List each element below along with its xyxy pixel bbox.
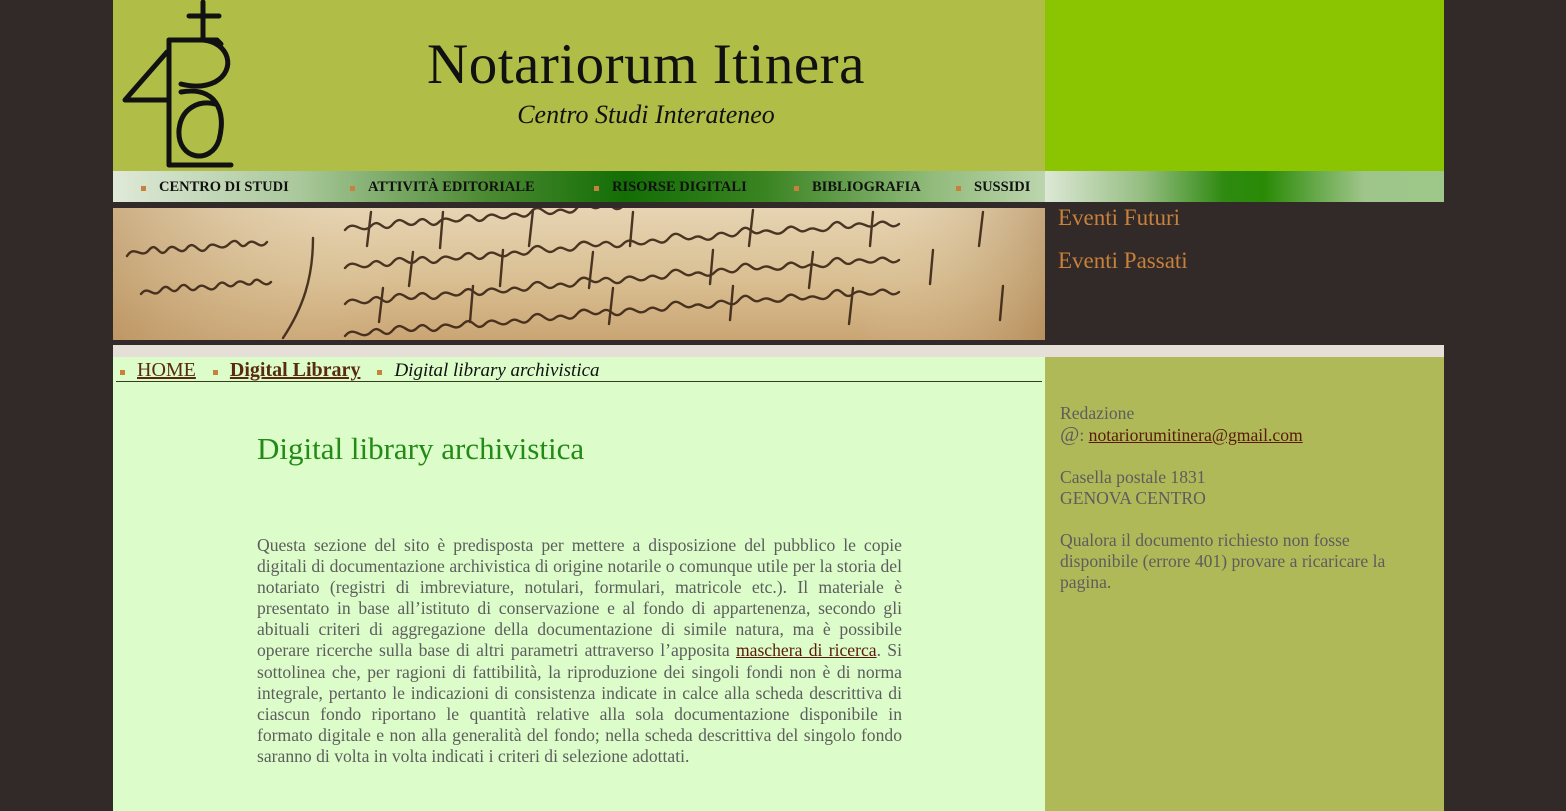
site-title: Notariorum Itinera [427,33,865,96]
breadcrumb: HOME Digital Library Digital library arc… [116,357,1042,382]
nav-item-label: CENTRO DI STUDI [159,179,289,195]
page: Notariorum Itinera Centro Studi Interate… [113,0,1444,811]
postal-address: Casella postale 1831 GENOVA CENTRO [1060,467,1430,509]
main-nav: CENTRO DI STUDI ATTIVITÀ EDITORIALE RISO… [113,171,1045,202]
page-title: Digital library archivistica [257,431,585,466]
bullet-icon [212,369,218,375]
at-icon: @ [1060,422,1080,446]
nav-item-sussidi[interactable]: SUSSIDI [956,171,1030,202]
eventi-passati-link[interactable]: Eventi Passati [1058,248,1438,274]
notarial-sign-logo-icon[interactable] [119,0,239,168]
breadcrumb-current: Digital library archivistica [394,360,600,381]
bullet-icon [594,186,599,192]
redazione-label: Redazione [1060,403,1135,423]
nav-item-centro-di-studi[interactable]: CENTRO DI STUDI [141,171,289,202]
bullet-icon [350,186,355,192]
events-links: Eventi Futuri Eventi Passati [1058,205,1438,291]
bullet-icon [377,369,383,375]
nav-right-gradient [1045,171,1444,202]
intro-paragraph: Questa sezione del sito è predisposta pe… [257,535,902,767]
postal-line-2: GENOVA CENTRO [1060,488,1206,508]
header: Notariorum Itinera Centro Studi Interate… [113,0,1045,171]
bullet-icon [120,369,125,375]
sidebar-content: Redazione @: notariorumitinera@gmail.com… [1060,403,1430,614]
nav-item-label: BIBLIOGRAFIA [812,179,921,195]
bullet-icon [141,186,146,192]
divider-strip [113,345,1444,357]
bullet-icon [794,186,799,192]
breadcrumb-digital-library-link[interactable]: Digital Library [230,359,361,381]
breadcrumb-home-link[interactable]: HOME [137,359,196,381]
error-notice: Qualora il documento richiesto non fosse… [1060,530,1386,592]
redazione-block: Redazione @: notariorumitinera@gmail.com [1060,403,1430,446]
nav-item-bibliografia[interactable]: BIBLIOGRAFIA [794,171,921,202]
nav-item-risorse-digitali[interactable]: RISORSE DIGITALI [594,171,747,202]
nav-item-label: ATTIVITÀ EDITORIALE [368,179,535,195]
email-link[interactable]: notariorumitinera@gmail.com [1089,425,1303,445]
bullet-icon [956,186,961,192]
nav-item-label: RISORSE DIGITALI [612,179,747,195]
main-content: HOME Digital Library Digital library arc… [113,357,1045,811]
right-sidebar: Redazione @: notariorumitinera@gmail.com… [1045,357,1444,811]
maschera-di-ricerca-link[interactable]: maschera di ricerca [736,640,877,660]
postal-line-1: Casella postale 1831 [1060,467,1206,487]
nav-item-label: SUSSIDI [974,179,1031,195]
site-subtitle: Centro Studi Interateneo [517,100,775,129]
nav-item-attivita-editoriale[interactable]: ATTIVITÀ EDITORIALE [350,171,535,202]
medieval-manuscript-banner [113,208,1045,340]
header-right-panel [1045,0,1444,171]
eventi-futuri-link[interactable]: Eventi Futuri [1058,205,1438,231]
at-colon: : [1079,425,1089,445]
